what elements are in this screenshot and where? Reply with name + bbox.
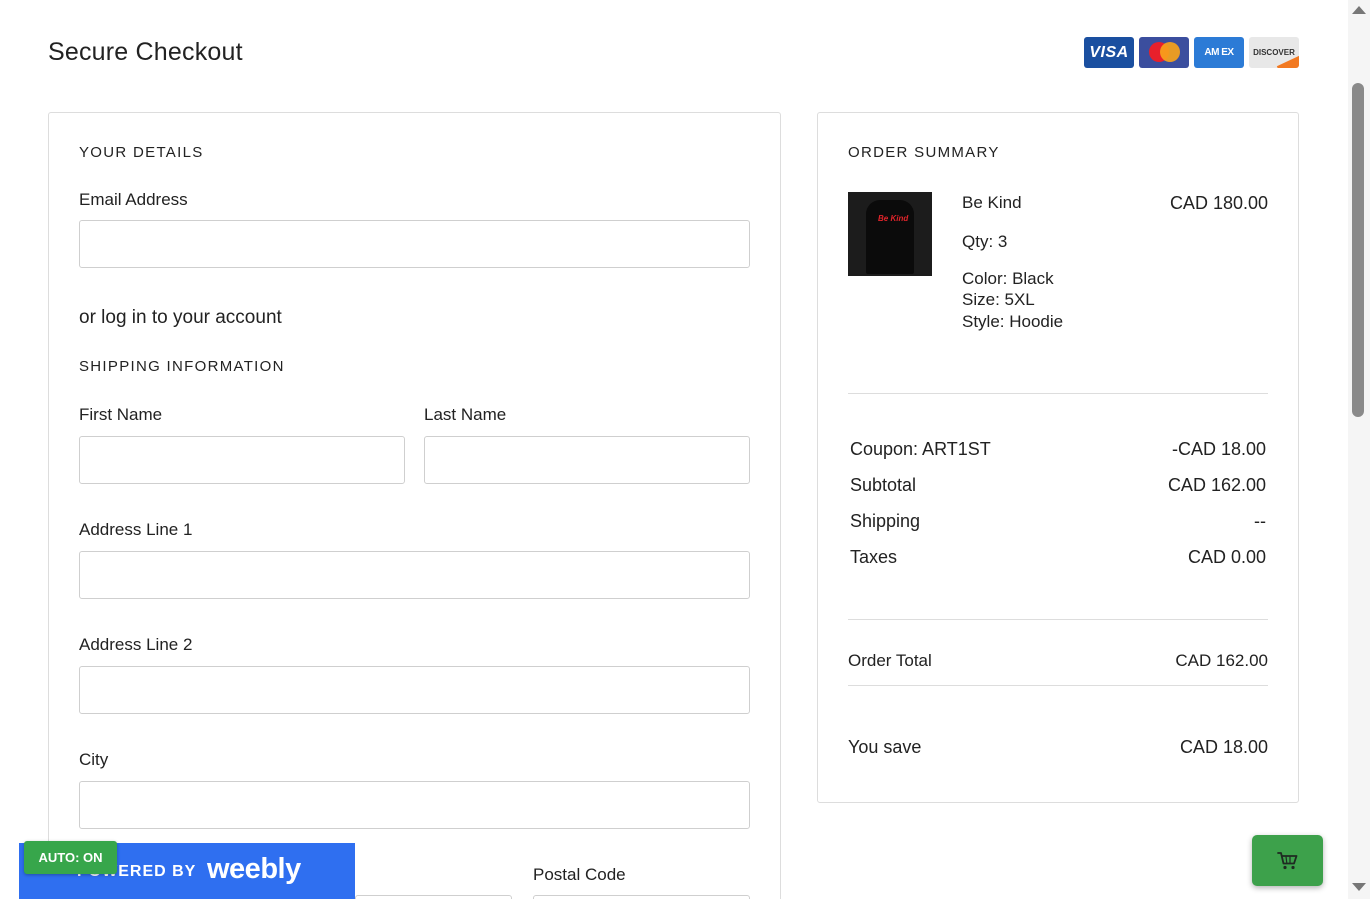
address-line-2-field[interactable] — [79, 666, 750, 714]
subtotal-value: CAD 162.00 — [1167, 475, 1266, 495]
discover-logo: DISCOVER — [1249, 37, 1299, 68]
login-link[interactable]: or log in to your account — [79, 307, 282, 329]
order-summary-heading: ORDER SUMMARY — [848, 144, 1000, 161]
address-line-2-label: Address Line 2 — [79, 635, 193, 654]
visa-logo: VISA — [1084, 37, 1134, 68]
hoodie-image — [866, 200, 914, 274]
postal-code-field[interactable] — [533, 895, 750, 899]
first-name-label: First Name — [79, 405, 163, 424]
item-color: Color: Black — [962, 269, 1054, 288]
shipping-information-heading: SHIPPING INFORMATION — [79, 358, 285, 375]
hoodie-print: Be Kind — [878, 214, 909, 223]
product-thumbnail: Be Kind — [848, 192, 932, 276]
item-size: Size: 5XL — [962, 290, 1035, 309]
first-name-field[interactable] — [79, 436, 405, 484]
shipping-value: -- — [1254, 511, 1266, 531]
cart-button[interactable] — [1252, 835, 1323, 886]
order-total-value: CAD 162.00 — [1175, 651, 1268, 670]
you-save-value: CAD 18.00 — [1179, 737, 1268, 757]
item-price: CAD 180.00 — [1169, 193, 1268, 213]
weebly-logo: weebly — [207, 853, 301, 885]
address-line-1-field[interactable] — [79, 551, 750, 599]
auto-badge[interactable]: AUTO: ON — [24, 841, 117, 874]
coupon-value: -CAD 18.00 — [1171, 439, 1266, 459]
totals-divider — [848, 619, 1268, 620]
shipping-label: Shipping — [850, 511, 921, 531]
scroll-thumb[interactable] — [1352, 83, 1364, 417]
address-line-1-label: Address Line 1 — [79, 520, 193, 539]
coupon-label: Coupon: ART1ST — [850, 439, 991, 459]
city-label: City — [79, 750, 109, 769]
email-label: Email Address — [79, 190, 188, 209]
card-logos: VISA AM EX DISCOVER — [1084, 37, 1299, 68]
item-style: Style: Hoodie — [962, 312, 1064, 331]
scroll-up-arrow-icon[interactable] — [1352, 6, 1366, 14]
amex-logo: AM EX — [1194, 37, 1244, 68]
mastercard-logo — [1139, 37, 1189, 68]
order-total-divider — [848, 685, 1268, 686]
state-field[interactable] — [355, 895, 512, 899]
summary-divider — [848, 393, 1268, 394]
taxes-value: CAD 0.00 — [1187, 547, 1266, 567]
last-name-field[interactable] — [424, 436, 750, 484]
page-title: Secure Checkout — [48, 38, 243, 66]
last-name-label: Last Name — [424, 405, 507, 424]
city-field[interactable] — [79, 781, 750, 829]
scroll-down-arrow-icon[interactable] — [1352, 883, 1366, 891]
taxes-label: Taxes — [850, 547, 898, 567]
item-qty: Qty: 3 — [962, 232, 1008, 251]
subtotal-label: Subtotal — [850, 475, 917, 495]
email-field[interactable] — [79, 220, 750, 268]
item-name: Be Kind — [962, 193, 1022, 212]
page-scrollbar[interactable] — [1348, 0, 1370, 899]
you-save-label: You save — [848, 737, 922, 757]
postal-code-label: Postal Code — [533, 865, 626, 884]
cart-icon — [1276, 851, 1297, 869]
order-total-label: Order Total — [848, 651, 932, 670]
your-details-heading: YOUR DETAILS — [79, 144, 204, 161]
